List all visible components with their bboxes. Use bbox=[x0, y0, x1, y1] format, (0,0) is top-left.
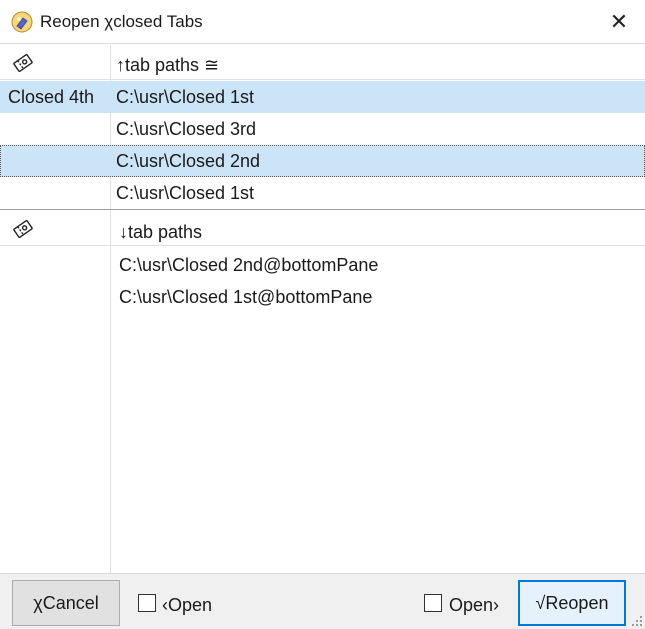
open-right-checkbox[interactable] bbox=[424, 594, 442, 612]
list-item[interactable]: C:\usr\Closed 2nd@bottomPane bbox=[0, 249, 645, 281]
row-path: C:\usr\Closed 1st bbox=[116, 183, 255, 203]
reopen-button[interactable]: √Reopen bbox=[518, 580, 626, 626]
open-left-label[interactable]: ‹Open bbox=[162, 595, 212, 616]
close-icon: ✕ bbox=[609, 9, 629, 34]
footer-bar: χCancel ‹Open Open› √Reopen bbox=[0, 573, 645, 629]
row-path: C:\usr\Closed 3rd bbox=[116, 119, 257, 139]
bottom-pane: ↓tab paths C:\usr\Closed 2nd@bottomPane … bbox=[0, 211, 645, 573]
cancel-button[interactable]: χCancel bbox=[12, 580, 120, 626]
row-path: C:\usr\Closed 2nd bbox=[116, 151, 261, 171]
list-item[interactable]: C:\usr\Closed 2nd bbox=[0, 145, 645, 177]
list-item[interactable]: C:\usr\Closed 3rd bbox=[0, 113, 645, 145]
row-path: C:\usr\Closed 2nd@bottomPane bbox=[119, 255, 379, 275]
top-pane: ↑tab paths ≅ Closed 4th C:\usr\Closed 1s… bbox=[0, 45, 645, 210]
list-item[interactable]: C:\usr\Closed 1st@bottomPane bbox=[0, 281, 645, 313]
list-item[interactable]: Closed 4th C:\usr\Closed 1st bbox=[0, 81, 645, 113]
tab-restore-icon bbox=[11, 11, 33, 33]
resize-grip-icon[interactable] bbox=[631, 615, 643, 627]
open-right-label[interactable]: Open› bbox=[449, 595, 499, 616]
tab-ticket-icon bbox=[13, 220, 33, 238]
row-path: C:\usr\Closed 1st bbox=[116, 87, 255, 107]
top-column-header[interactable]: ↑tab paths ≅ bbox=[116, 55, 219, 76]
header-divider bbox=[0, 79, 645, 80]
title-bar: Reopen χclosed Tabs ✕ bbox=[0, 0, 645, 44]
tab-ticket-icon bbox=[13, 54, 33, 72]
row-path: C:\usr\Closed 1st@bottomPane bbox=[119, 287, 373, 307]
open-left-checkbox[interactable] bbox=[138, 594, 156, 612]
window-title: Reopen χclosed Tabs bbox=[40, 12, 203, 31]
bottom-column-header[interactable]: ↓tab paths bbox=[119, 222, 202, 243]
row-label: Closed 4th bbox=[8, 87, 95, 107]
header-divider bbox=[0, 245, 645, 246]
close-button[interactable]: ✕ bbox=[598, 6, 640, 38]
list-item[interactable]: C:\usr\Closed 1st bbox=[0, 177, 645, 209]
